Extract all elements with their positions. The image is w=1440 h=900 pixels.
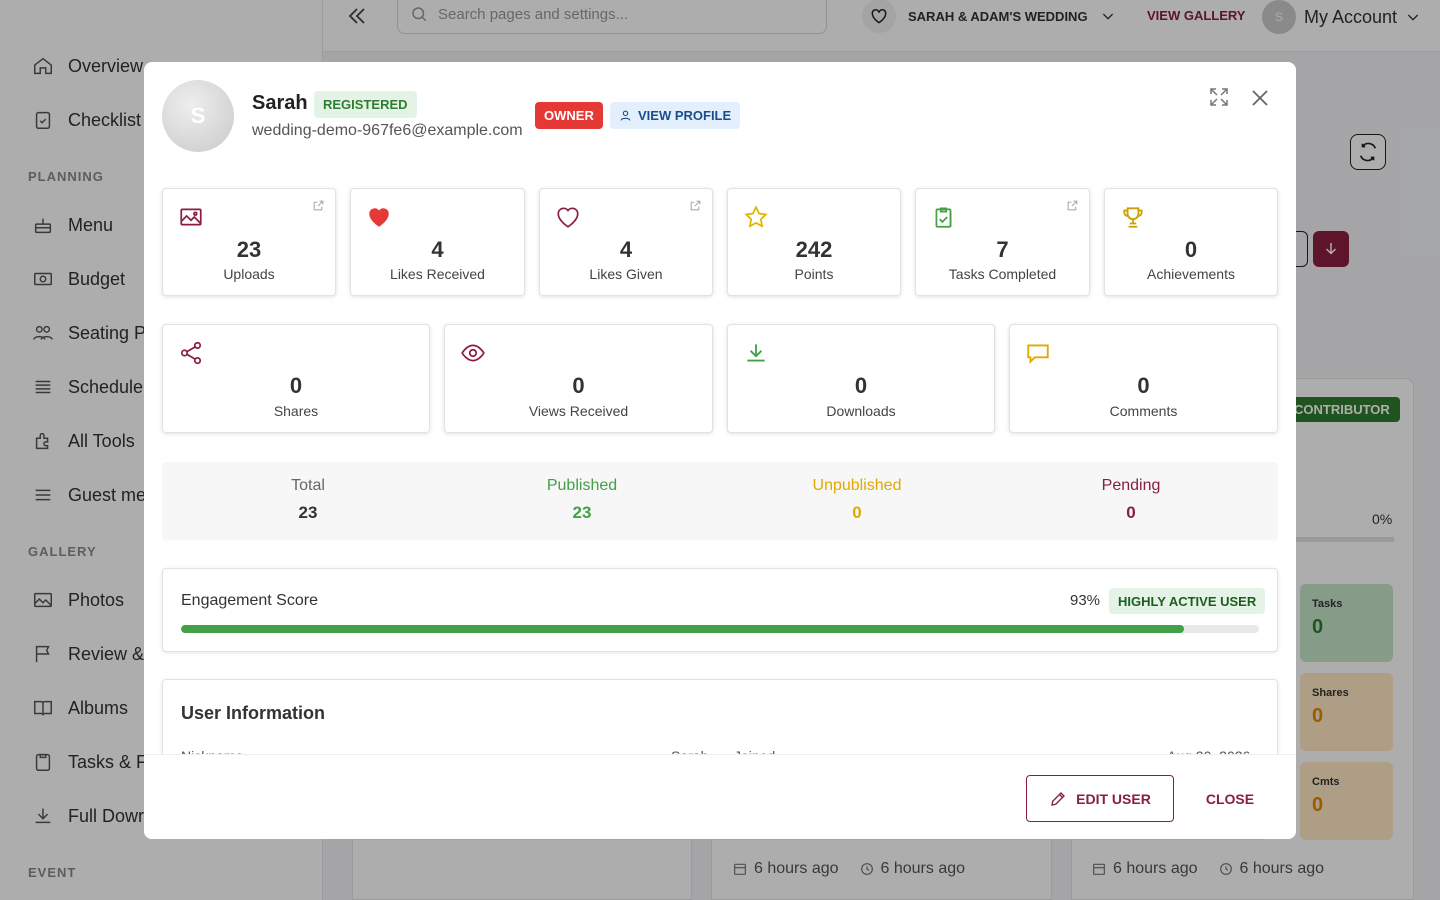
stat-label: Likes Given: [589, 266, 663, 282]
user-icon: [620, 110, 631, 121]
comment-icon: [1027, 344, 1049, 364]
owner-badge: OWNER: [535, 102, 603, 129]
stat-value: 0: [289, 373, 303, 398]
stat-value: 0: [1184, 237, 1198, 262]
modal-footer: EDIT USER CLOSE: [144, 754, 1296, 839]
status-value: 23: [298, 503, 318, 522]
engagement-percent: 93%: [1070, 592, 1101, 609]
trophy-icon: [1123, 207, 1143, 228]
status-total: Total 23: [168, 477, 448, 523]
status-label: Total: [291, 477, 325, 494]
eye-icon: [461, 344, 485, 362]
user-name: Sarah: [252, 92, 308, 114]
clipboard-check-icon: [935, 207, 952, 228]
status-label: Pending: [1101, 477, 1161, 494]
upload-status-panel: Total 23 Published 23 Unpublished 0 Pend…: [162, 462, 1278, 540]
download-icon: [747, 344, 765, 362]
stat-card-downloads: 0 Downloads: [727, 324, 995, 433]
stat-card-views-received: 0 Views Received: [444, 324, 713, 433]
external-link-icon: [690, 200, 701, 211]
status-label: Unpublished: [812, 477, 902, 494]
engagement-title: Engagement Score: [181, 592, 318, 609]
status-published: Published 23: [442, 477, 722, 523]
stat-value: 4: [431, 237, 444, 262]
status-value: 0: [1126, 503, 1136, 522]
status-unpublished: Unpublished 0: [717, 477, 997, 523]
engagement-badge: HIGHLY ACTIVE USER: [1109, 588, 1266, 614]
status-pending: Pending 0: [991, 477, 1271, 523]
stat-value: 23: [236, 237, 262, 262]
avatar: S: [162, 80, 234, 152]
stat-value: 0: [572, 373, 585, 398]
stat-value: 0: [854, 373, 868, 398]
registered-badge: REGISTERED: [314, 91, 417, 118]
stat-value: 4: [619, 237, 633, 262]
stat-card-comments: 0 Comments: [1009, 324, 1278, 433]
stat-label: Comments: [1109, 403, 1178, 419]
stat-label: Tasks Completed: [948, 266, 1057, 282]
stat-card-likes-given[interactable]: 4 Likes Given: [539, 188, 713, 296]
stat-card-likes-received: 4 Likes Received: [350, 188, 525, 296]
stat-label: Downloads: [826, 403, 896, 419]
stat-card-shares: 0 Shares: [162, 324, 430, 433]
stat-value: 0: [1137, 373, 1150, 398]
engagement-progress-track: [181, 625, 1259, 633]
stat-label: Likes Received: [390, 266, 485, 282]
stat-label: Views Received: [528, 403, 629, 419]
user-information-title: User Information: [181, 703, 326, 723]
view-profile-label: VIEW PROFILE: [638, 108, 732, 123]
external-link-icon: [313, 200, 324, 211]
stat-card-achievements: 0 Achievements: [1104, 188, 1278, 296]
share-icon: [180, 341, 202, 365]
user-details-modal: S Sarah REGISTERED wedding-demo-967fe6@e…: [144, 62, 1296, 839]
status-value: 0: [852, 503, 862, 522]
fullscreen-icon[interactable]: [1207, 85, 1231, 109]
stat-value: 7: [996, 237, 1009, 262]
engagement-progress-fill: [181, 625, 1184, 633]
edit-user-label: EDIT USER: [1076, 790, 1151, 807]
stat-value: 242: [795, 237, 833, 262]
engagement-score-card: Engagement Score 93% HIGHLY ACTIVE USER: [162, 568, 1278, 652]
status-label: Published: [546, 477, 618, 494]
star-icon: [744, 205, 768, 228]
close-button[interactable]: CLOSE: [1194, 775, 1266, 822]
view-profile-button[interactable]: VIEW PROFILE: [610, 102, 741, 129]
edit-user-button[interactable]: EDIT USER: [1026, 775, 1174, 822]
stat-label: Achievements: [1147, 266, 1235, 282]
stat-card-uploads[interactable]: 23 Uploads: [162, 188, 336, 296]
heart-outline-icon: [557, 207, 579, 228]
stat-label: Shares: [273, 403, 319, 419]
user-email: wedding-demo-967fe6@example.com: [252, 122, 523, 139]
image-icon: [180, 208, 202, 226]
stat-card-tasks-completed[interactable]: 7 Tasks Completed: [915, 188, 1090, 296]
stat-label: Points: [794, 266, 834, 282]
external-link-icon: [1067, 200, 1078, 211]
stat-label: Uploads: [223, 266, 275, 282]
stat-card-points: 242 Points: [727, 188, 901, 296]
close-icon[interactable]: [1248, 86, 1272, 110]
status-value: 23: [572, 503, 592, 522]
heart-filled-icon: [369, 208, 389, 227]
pencil-icon: [1051, 791, 1066, 806]
